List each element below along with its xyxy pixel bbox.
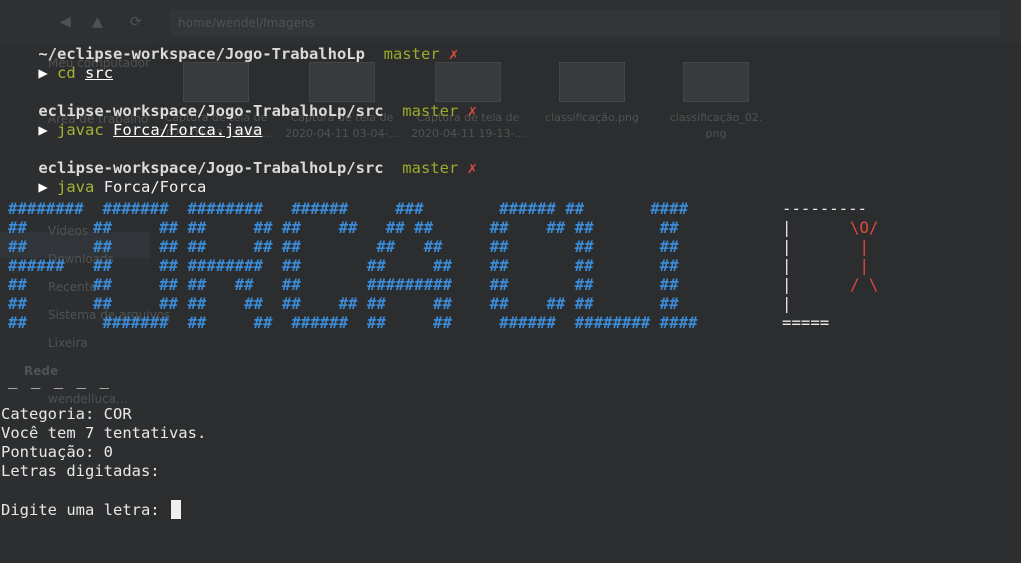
word-blanks: _ _ _ _ _ bbox=[8, 370, 112, 389]
ascii-title-banner: ######## ####### ######## ###### ### ###… bbox=[8, 199, 698, 332]
input-prompt: Digite uma letra: bbox=[1, 501, 169, 519]
git-dirty-icon: ✗ bbox=[467, 159, 477, 177]
terminal-window[interactable]: ~/eclipse-workspace/Jogo-TrabalhoLp mast… bbox=[0, 0, 1021, 563]
prompt-arrow-icon: ▶ bbox=[38, 64, 48, 82]
category-text: Categoria: COR bbox=[1, 405, 132, 423]
command-name: java bbox=[57, 178, 95, 196]
command-name: cd bbox=[57, 64, 76, 82]
prompt-arrow-icon: ▶ bbox=[38, 121, 48, 139]
hangman-figure: \O/ | | / \ bbox=[850, 218, 879, 294]
command-argument: src bbox=[85, 64, 114, 82]
git-dirty-icon: ✗ bbox=[448, 45, 459, 63]
score-text: Pontuação: 0 bbox=[1, 443, 113, 461]
typed-letters-text: Letras digitadas: bbox=[1, 462, 160, 480]
command-argument: Forca/Forca.java bbox=[113, 121, 263, 139]
git-branch: master bbox=[402, 159, 459, 177]
terminal-cursor[interactable] bbox=[170, 500, 181, 519]
command-name: javac bbox=[57, 121, 104, 139]
git-branch: master bbox=[402, 102, 459, 120]
prompt-arrow-icon: ▶ bbox=[38, 178, 48, 196]
git-branch: master bbox=[383, 45, 440, 63]
attempts-text: Você tem 7 tentativas. bbox=[1, 424, 207, 442]
command-argument: Forca/Forca bbox=[103, 178, 207, 196]
git-dirty-icon: ✗ bbox=[467, 102, 477, 120]
input-line[interactable]: Digite uma letra: bbox=[1, 500, 181, 520]
